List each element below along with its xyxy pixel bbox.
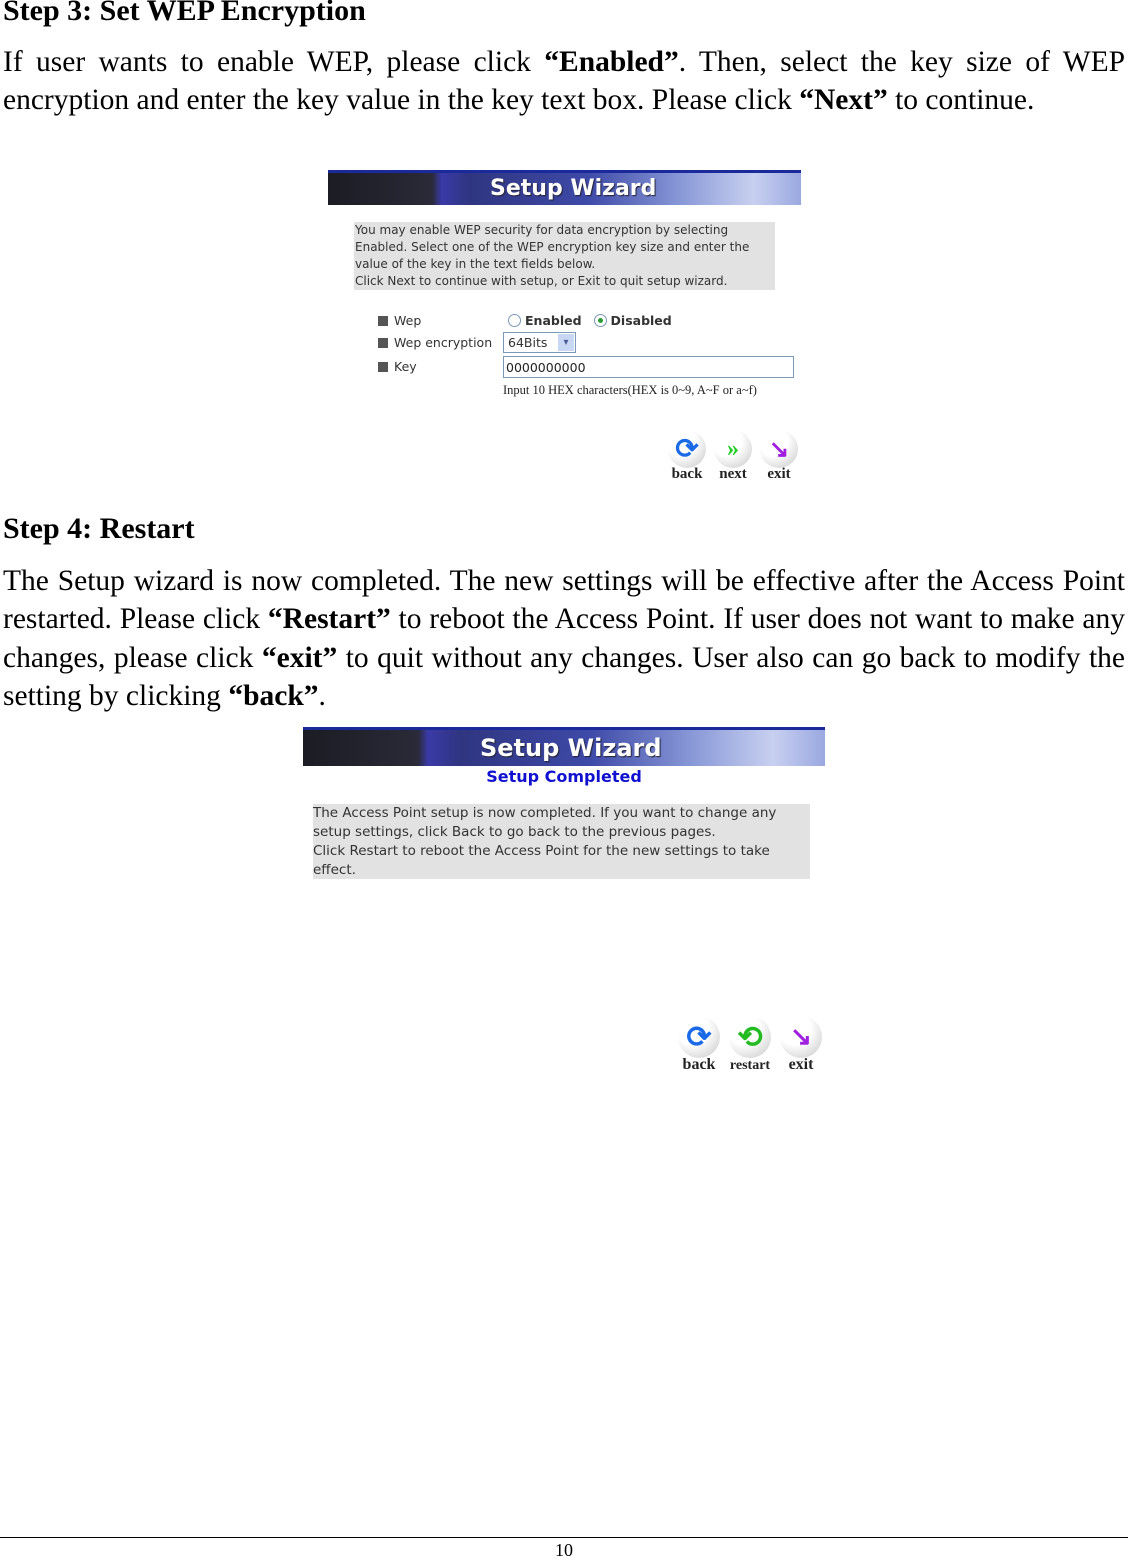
exit-button[interactable]: ↘ exit [758,430,800,483]
exit-icon: ↘ [760,430,798,468]
back-button[interactable]: ⟳ back [677,1016,721,1074]
chevron-down-icon[interactable]: ▾ [558,334,574,351]
info-box: You may enable WEP security for data enc… [354,222,775,290]
wep-encryption-label: Wep encryption [378,335,492,350]
bold-segment: “Enabled” [544,46,679,78]
bold-segment: “Restart” [267,603,391,636]
info-line: Click Restart to reboot the Access Point… [313,843,770,859]
key-hint: Input 10 HEX characters(HEX is 0~9, A~F … [503,383,757,397]
info-box: The Access Point setup is now completed.… [313,804,810,879]
radio-disabled[interactable] [593,314,607,327]
text-segment: to continue. [887,84,1035,117]
label-text: Wep [394,313,422,328]
back-button[interactable]: ⟳ back [666,430,708,483]
setup-completed-subtitle: Setup Completed [486,767,642,786]
radio-enabled[interactable] [508,314,521,327]
info-line: setup settings, click Back to go back to… [313,824,716,840]
back-label: back [671,466,703,482]
wep-label: Wep [378,313,421,328]
restart-icon: ⟲ [729,1016,771,1058]
wep-setup-screenshot: Setup Wizard You may enable WEP security… [328,170,801,498]
wep-radio-group: Enabled Disabled [508,313,672,328]
banner-title: Setup Wizard [480,734,662,762]
bold-segment: “back” [228,679,319,712]
restart-button[interactable]: ⟲ restart [724,1016,776,1074]
info-line: You may enable WEP security for data enc… [355,223,729,237]
label-text: Key [394,359,417,374]
text-segment: . [318,679,326,712]
next-label: next [719,466,747,482]
key-label: Key [378,359,417,374]
bold-segment: “exit” [261,641,338,674]
bullet-icon [378,337,388,348]
next-icon: » [714,430,752,468]
label-text: Wep encryption [394,335,493,350]
step4-paragraph: The Setup wizard is now completed. The n… [3,562,1125,715]
setup-wizard-banner: Setup Wizard [328,170,801,205]
radio-enabled-label[interactable]: Enabled [525,313,582,328]
exit-label: exit [767,466,791,482]
info-line: Enabled. Select one of the WEP encryptio… [355,240,750,254]
info-line: effect. [313,862,356,878]
footer-divider [0,1537,1128,1538]
step3-heading: Step 3: Set WEP Encryption [3,0,366,27]
setup-wizard-banner: Setup Wizard [303,727,825,766]
back-icon: ⟳ [678,1016,720,1058]
info-line: Click Next to continue with setup, or Ex… [355,274,728,288]
restart-label: restart [729,1058,771,1073]
page-number: 10 [555,1540,573,1560]
setup-completed-screenshot: Setup Wizard Setup Completed The Access … [303,727,825,1080]
exit-label: exit [788,1056,814,1073]
bullet-icon [378,315,388,326]
back-label: back [682,1056,716,1073]
info-line: The Access Point setup is now completed.… [313,805,777,821]
key-input[interactable] [503,356,794,378]
step4-heading: Step 4: Restart [3,512,195,545]
select-value: 64Bits [508,335,548,350]
exit-icon: ↘ [780,1016,822,1058]
wep-encryption-select[interactable]: 64Bits ▾ [503,332,576,353]
radio-disabled-label[interactable]: Disabled [611,313,672,328]
bullet-icon [378,361,388,372]
step3-paragraph: If user wants to enable WEP, please clic… [3,43,1125,120]
bold-segment: “Next” [799,84,888,117]
exit-button[interactable]: ↘ exit [779,1016,823,1074]
back-icon: ⟳ [668,430,706,468]
text-segment: If user wants to enable WEP, please clic… [3,46,545,78]
next-button[interactable]: » next [712,430,754,483]
info-line: value of the key in the text fields belo… [355,257,596,271]
banner-title: Setup Wizard [490,176,657,201]
